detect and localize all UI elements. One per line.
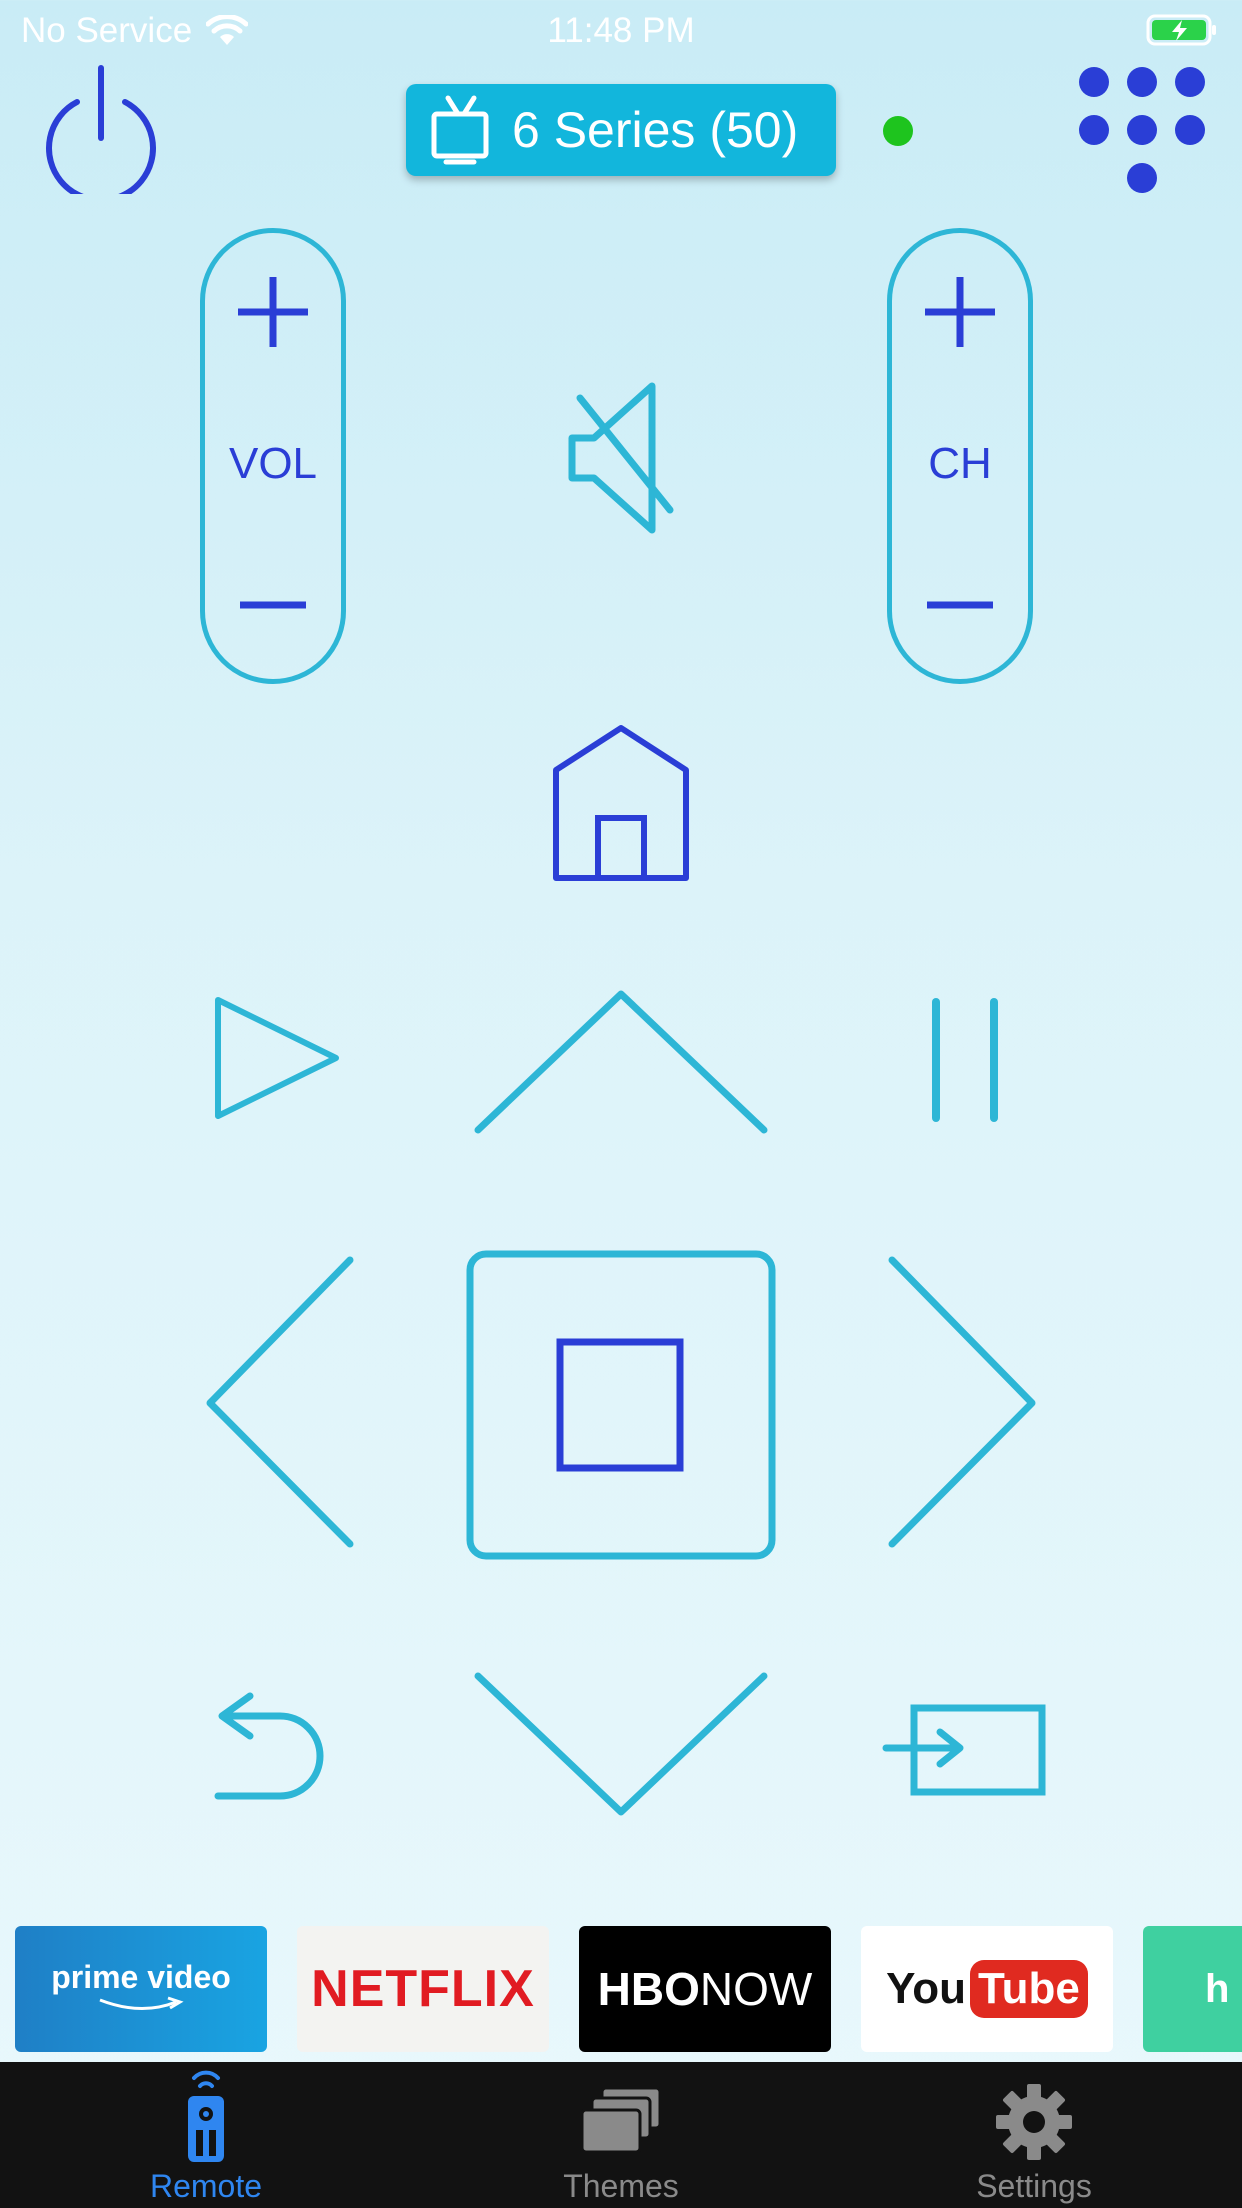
back-arrow-icon [214,1692,324,1800]
battery-icon [1146,14,1218,55]
hulu-logo: h [1205,1966,1230,2011]
gear-icon [996,2084,1072,2160]
mute-button[interactable] [560,378,684,538]
chevron-right-icon [888,1256,1036,1548]
chevron-left-icon [206,1256,354,1548]
tab-settings[interactable]: Settings [884,2062,1184,2208]
status-bar: No Service 11:48 PM [0,0,1242,62]
plus-icon [238,277,308,347]
mute-icon [568,382,674,534]
back-button[interactable] [210,1692,344,1804]
tab-remote[interactable]: Remote [56,2062,356,2208]
volume-label: VOL [228,439,318,488]
connection-status-dot [883,116,913,146]
volume-rocker: VOL [200,228,346,684]
volume-up-button[interactable] [205,233,341,383]
amazon-smile-icon [99,1996,184,2011]
channel-up-button[interactable] [892,233,1028,383]
app-hbo-now[interactable]: HBO NOW [579,1926,831,2052]
app-shortcuts-bar: prime video NETFLIX HBO NOW You Tube h [0,1926,1242,2056]
themes-stack-icon [580,2086,662,2154]
hbo-logo: HBO [597,1963,700,2015]
keypad-button[interactable] [1076,64,1208,196]
home-icon [553,725,689,881]
pause-icon [932,998,998,1122]
input-source-button[interactable] [880,1700,1050,1800]
dpad-right-button[interactable] [882,1252,1042,1552]
keypad-icon [1079,67,1205,193]
hbo-now-logo: NOW [699,1963,813,2015]
minus-icon [240,601,306,609]
chevron-up-icon [474,990,768,1134]
channel-rocker: CH [887,228,1033,684]
tab-themes-label: Themes [563,2168,679,2204]
tab-bar: Remote Themes Settings [0,2062,1242,2208]
volume-down-button[interactable] [205,533,341,683]
play-button[interactable] [210,992,346,1128]
minus-icon [927,601,993,609]
device-name: 6 Series (50) [512,102,799,158]
app-netflix[interactable]: NETFLIX [297,1926,549,2052]
tab-remote-label: Remote [149,2168,263,2204]
input-source-icon [882,1704,1046,1796]
status-time: 11:48 PM [547,11,695,50]
remote-icon [188,2070,224,2162]
home-button[interactable] [548,722,694,882]
channel-label: CH [928,439,992,488]
youtube-you-logo: You [886,1964,966,2013]
power-button[interactable] [38,64,164,204]
app-prime-video[interactable]: prime video [15,1926,267,2052]
play-icon [215,997,339,1119]
netflix-logo: NETFLIX [311,1960,535,2018]
chevron-down-icon [474,1672,768,1816]
app-youtube[interactable]: You Tube [861,1926,1113,2052]
power-icon [46,65,156,204]
dpad-ok-button[interactable] [466,1250,776,1560]
ok-square-icon [466,1250,776,1560]
tab-themes[interactable]: Themes [471,2062,771,2208]
plus-icon [925,277,995,347]
dpad-left-button[interactable] [200,1252,360,1552]
tv-icon [431,95,489,165]
prime-video-logo: prime video [51,1959,231,1995]
device-selector-button[interactable]: 6 Series (50) [406,84,836,176]
dpad-up-button[interactable] [470,984,772,1138]
app-hulu[interactable]: h [1143,1926,1242,2052]
channel-down-button[interactable] [892,533,1028,683]
tab-settings-label: Settings [976,2168,1092,2204]
dpad-down-button[interactable] [470,1668,772,1822]
pause-button[interactable] [920,992,1010,1128]
youtube-tube-logo: Tube [970,1960,1088,2018]
